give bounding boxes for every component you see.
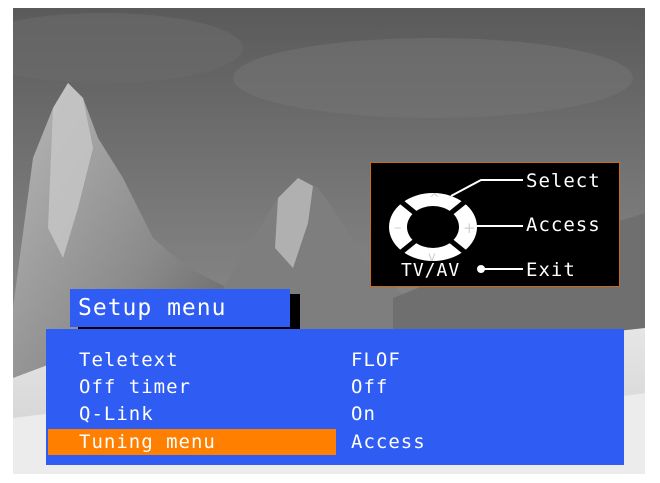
hint-access-label: Access xyxy=(526,214,601,236)
menu-item-label: Q-Link xyxy=(79,403,154,425)
menu-item-off-timer[interactable]: Off timer Off xyxy=(46,374,624,400)
menu-item-label: Off timer xyxy=(79,376,191,398)
menu-item-tuning-menu[interactable]: Tuning menu Access xyxy=(46,429,624,455)
menu-item-label: Tuning menu xyxy=(79,431,216,453)
menu-item-teletext[interactable]: Teletext FLOF xyxy=(46,347,624,373)
tvav-button-label: TV/AV xyxy=(401,260,461,281)
hint-exit-label: Exit xyxy=(526,259,576,281)
setup-menu-panel: Teletext FLOF Off timer Off Q-Link On Tu… xyxy=(46,329,624,465)
menu-item-value: FLOF xyxy=(351,349,401,371)
svg-text:^: ^ xyxy=(429,192,440,207)
svg-text:+: + xyxy=(463,219,476,237)
menu-title: Setup menu xyxy=(70,289,290,327)
remote-hint-panel: ^ v – + Select Access Exit TV/AV xyxy=(370,162,620,287)
menu-item-value: Off xyxy=(351,376,389,398)
menu-item-label: Teletext xyxy=(79,349,179,371)
menu-item-value: On xyxy=(351,403,376,425)
tv-screen: ^ v – + Select Access Exit TV/AV Setup m… xyxy=(13,8,645,474)
menu-item-value: Access xyxy=(351,431,426,453)
hint-select-label: Select xyxy=(526,170,601,192)
menu-item-q-link[interactable]: Q-Link On xyxy=(46,401,624,427)
svg-text:–: – xyxy=(394,218,402,236)
